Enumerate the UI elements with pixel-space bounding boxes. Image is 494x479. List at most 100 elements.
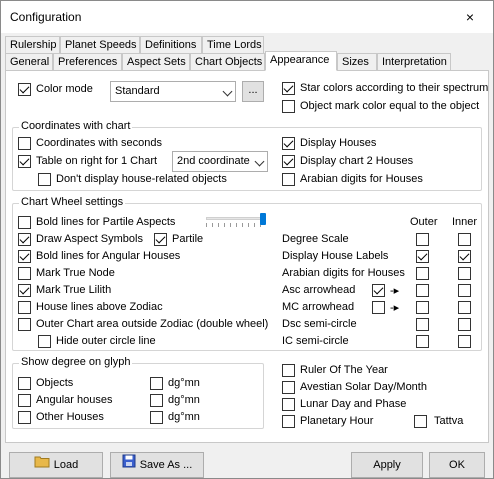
- dsc-semicircle-label: Dsc semi-circle: [282, 318, 357, 330]
- display-chart2-label: Display chart 2 Houses: [300, 155, 414, 167]
- partile-slider-track[interactable]: [206, 217, 266, 220]
- display-houses-checkbox[interactable]: [282, 137, 295, 150]
- color-mode-checkbox[interactable]: [18, 83, 31, 96]
- bold-partile-checkbox[interactable]: [18, 216, 31, 229]
- mark-lilith-label: Mark True Lilith: [36, 284, 112, 296]
- glyph-other-label: Other Houses: [36, 411, 104, 423]
- star-colors-checkbox[interactable]: [282, 82, 295, 95]
- glyph-objects-checkbox[interactable]: [18, 377, 31, 390]
- partile-checkbox[interactable]: [154, 233, 167, 246]
- display-chart2-checkbox[interactable]: [282, 155, 295, 168]
- color-mode-label: Color mode: [36, 83, 93, 95]
- tab-time-lords[interactable]: Time Lords: [202, 36, 264, 54]
- glyph-angular-checkbox[interactable]: [18, 394, 31, 407]
- no-house-objects-checkbox[interactable]: [38, 173, 51, 186]
- avestian-checkbox[interactable]: [282, 381, 295, 394]
- tab-general[interactable]: General: [5, 53, 53, 71]
- house-labels-label: Display House Labels: [282, 250, 389, 262]
- mark-node-checkbox[interactable]: [18, 267, 31, 280]
- partile-label: Partile: [172, 233, 204, 245]
- ic-semicircle-inner-checkbox[interactable]: [458, 335, 471, 348]
- save-icon: [122, 453, 136, 477]
- degree-scale-label: Degree Scale: [282, 233, 349, 245]
- degree-scale-inner-checkbox[interactable]: [458, 233, 471, 246]
- lunar-checkbox[interactable]: [282, 398, 295, 411]
- glyph-angular-label: Angular houses: [36, 394, 113, 406]
- save-as-button[interactable]: Save As ...: [110, 452, 204, 478]
- object-mark-checkbox[interactable]: [282, 100, 295, 113]
- table-right-checkbox[interactable]: [18, 155, 31, 168]
- window-title: Configuration: [10, 10, 82, 24]
- asc-arrowhead-label: Asc arrowhead: [282, 284, 356, 296]
- planetary-hour-checkbox[interactable]: [282, 415, 295, 428]
- tab-planet-speeds[interactable]: Planet Speeds: [60, 36, 140, 54]
- tab-appearance[interactable]: Appearance: [265, 51, 337, 71]
- mark-lilith-checkbox[interactable]: [18, 284, 31, 297]
- mc-arrowhead-inner-checkbox[interactable]: [458, 301, 471, 314]
- glyph-angular-dgmn-checkbox[interactable]: [150, 394, 163, 407]
- coords-seconds-checkbox[interactable]: [18, 137, 31, 150]
- arabian-digits-label: Arabian digits for Houses: [282, 267, 405, 279]
- object-mark-label: Object mark color equal to the object: [300, 100, 480, 112]
- house-labels-inner-checkbox[interactable]: [458, 250, 471, 263]
- tab-sizes[interactable]: Sizes: [337, 53, 377, 71]
- mc-arrowhead-outer-checkbox[interactable]: [416, 301, 429, 314]
- arabian-digits-inner-checkbox[interactable]: [458, 267, 471, 280]
- ruler-year-label: Ruler Of The Year: [300, 364, 388, 376]
- arabian-houses-label: Arabian digits for Houses: [300, 173, 423, 185]
- arabian-digits-outer-checkbox[interactable]: [416, 267, 429, 280]
- ruler-year-checkbox[interactable]: [282, 364, 295, 377]
- load-button[interactable]: Load: [9, 452, 103, 478]
- color-mode-more-button[interactable]: ...: [242, 81, 264, 102]
- outer-area-checkbox[interactable]: [18, 318, 31, 331]
- glyph-angular-dgmn-label: dg°mn: [168, 394, 200, 406]
- chevron-down-icon: [222, 86, 233, 97]
- coordinate-value: 2nd coordinate: [177, 155, 250, 167]
- glyph-other-checkbox[interactable]: [18, 411, 31, 424]
- tab-chart-objects[interactable]: Chart Objects: [190, 53, 265, 71]
- house-labels-outer-checkbox[interactable]: [416, 250, 429, 263]
- coordinate-select[interactable]: 2nd coordinate: [172, 151, 268, 172]
- mark-node-label: Mark True Node: [36, 267, 115, 279]
- asc-arrowhead-checkbox[interactable]: [372, 284, 385, 297]
- outer-area-label: Outer Chart area outside Zodiac (double …: [36, 318, 269, 330]
- partile-slider-ticks: [206, 223, 266, 227]
- appearance-panel: Color mode Standard ... Star colors acco…: [5, 70, 489, 443]
- tab-interpretation[interactable]: Interpretation: [377, 53, 451, 71]
- ic-semicircle-outer-checkbox[interactable]: [416, 335, 429, 348]
- chevron-down-icon: [254, 156, 265, 167]
- hide-outer-checkbox[interactable]: [38, 335, 51, 348]
- arabian-houses-checkbox[interactable]: [282, 173, 295, 186]
- no-house-objects-label: Don't display house-related objects: [56, 173, 227, 185]
- dsc-semicircle-outer-checkbox[interactable]: [416, 318, 429, 331]
- draw-aspect-checkbox[interactable]: [18, 233, 31, 246]
- glyph-objects-dgmn-checkbox[interactable]: [150, 377, 163, 390]
- tab-aspect-sets[interactable]: Aspect Sets: [122, 53, 190, 71]
- asc-arrowhead-inner-checkbox[interactable]: [458, 284, 471, 297]
- coordinates-legend: Coordinates with chart: [19, 120, 133, 132]
- mc-arrowhead-checkbox[interactable]: [372, 301, 385, 314]
- color-mode-select[interactable]: Standard: [110, 81, 236, 102]
- chart-wheel-legend: Chart Wheel settings: [19, 196, 126, 208]
- asc-arrow-icon: -▸: [390, 285, 400, 297]
- glyph-objects-dgmn-label: dg°mn: [168, 377, 200, 389]
- asc-arrowhead-outer-checkbox[interactable]: [416, 284, 429, 297]
- display-houses-label: Display Houses: [300, 137, 377, 149]
- dsc-semicircle-inner-checkbox[interactable]: [458, 318, 471, 331]
- ok-button[interactable]: OK: [429, 452, 485, 478]
- tab-rulership[interactable]: Rulership: [5, 36, 60, 54]
- tab-definitions[interactable]: Definitions: [140, 36, 202, 54]
- close-icon[interactable]: ×: [447, 1, 493, 33]
- house-above-checkbox[interactable]: [18, 301, 31, 314]
- tattva-label: Tattva: [434, 415, 464, 427]
- degree-scale-outer-checkbox[interactable]: [416, 233, 429, 246]
- apply-button[interactable]: Apply: [351, 452, 423, 478]
- tattva-checkbox[interactable]: [414, 415, 427, 428]
- ic-semicircle-label: IC semi-circle: [282, 335, 349, 347]
- partile-slider-thumb[interactable]: [260, 213, 266, 225]
- glyph-legend: Show degree on glyph: [19, 356, 133, 368]
- glyph-other-dgmn-checkbox[interactable]: [150, 411, 163, 424]
- tab-preferences[interactable]: Preferences: [53, 53, 122, 71]
- mc-arrow-icon: -▸: [390, 302, 400, 314]
- bold-angular-checkbox[interactable]: [18, 250, 31, 263]
